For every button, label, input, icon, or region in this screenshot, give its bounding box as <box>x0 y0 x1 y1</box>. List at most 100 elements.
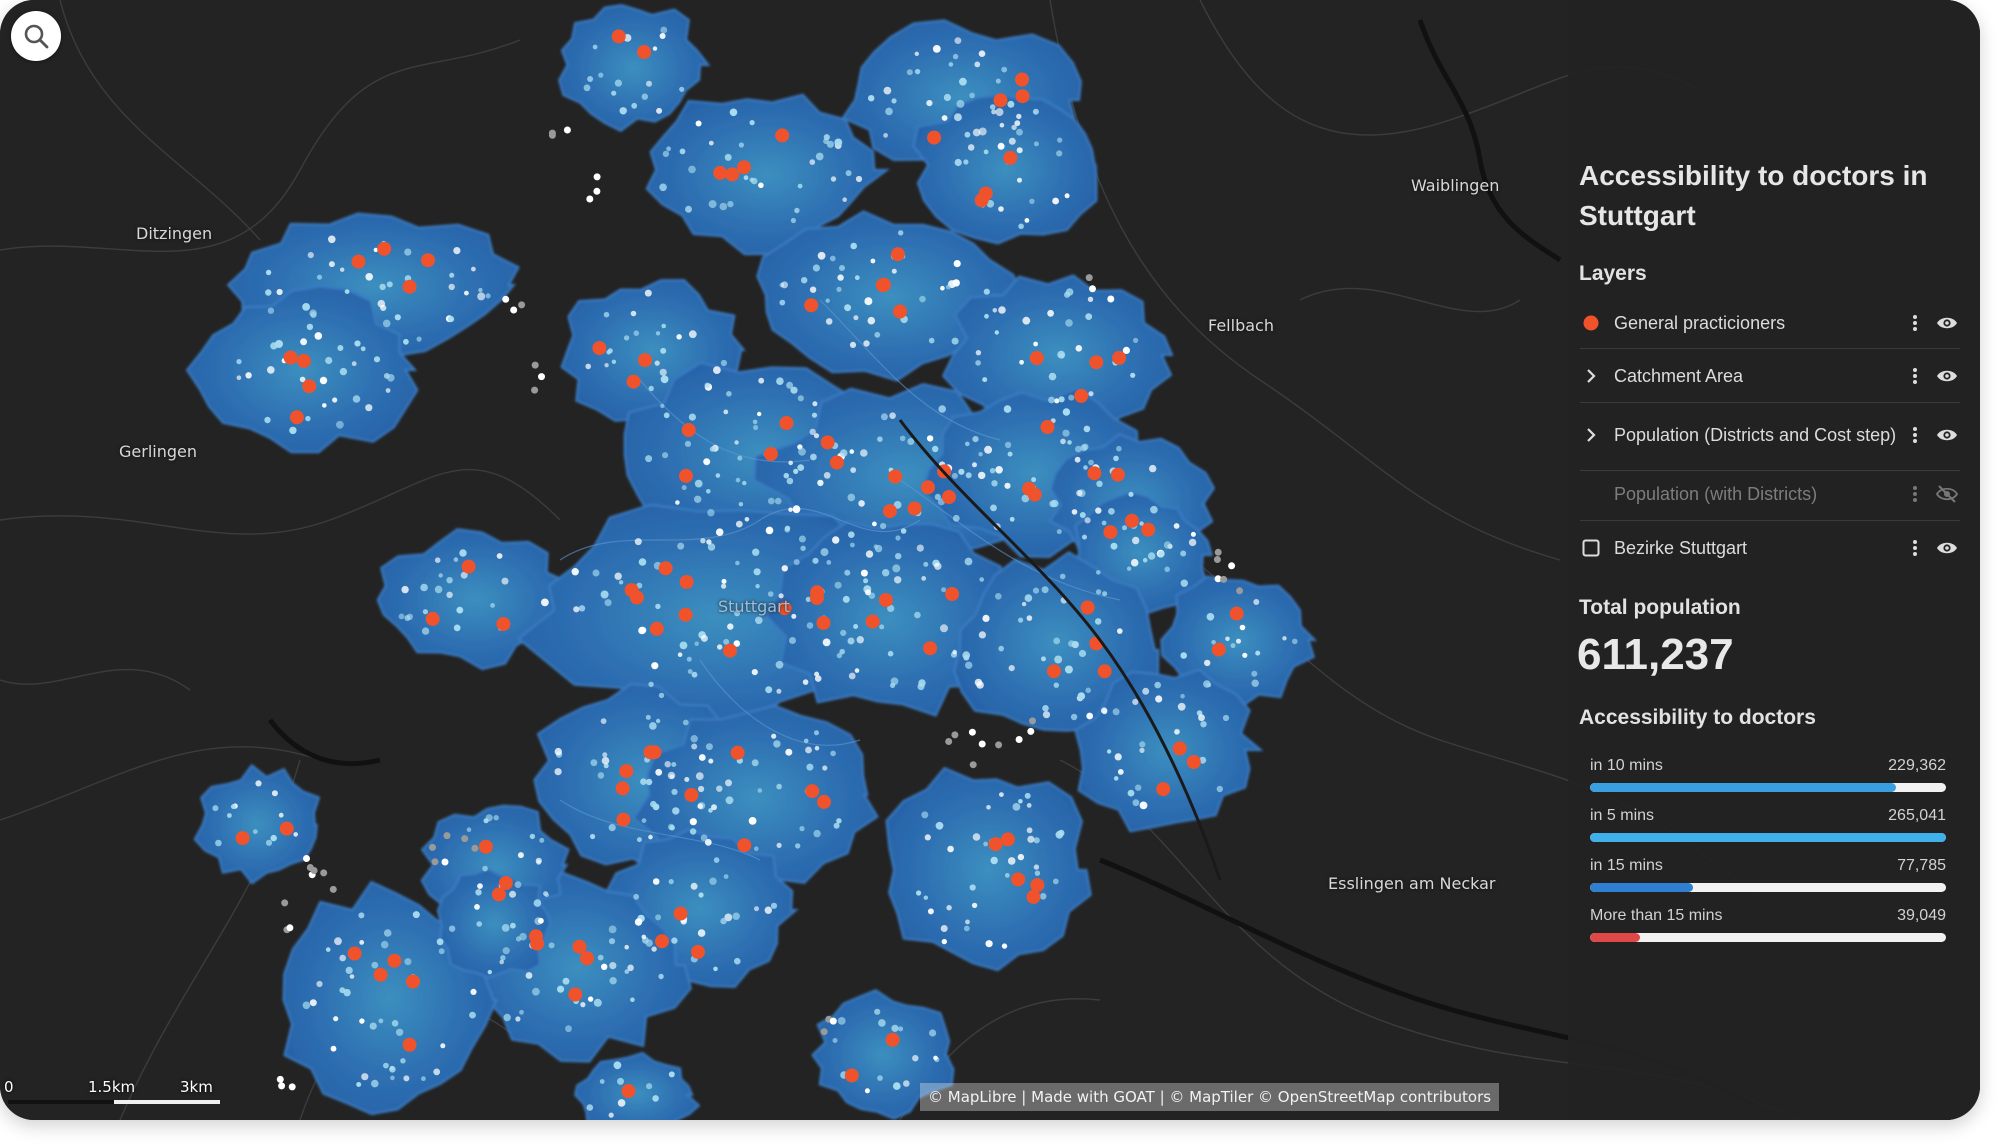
eye-icon[interactable] <box>1934 311 1960 335</box>
doctor-marker[interactable] <box>289 410 304 425</box>
doctor-marker[interactable] <box>1124 513 1139 528</box>
doctor-marker[interactable] <box>347 946 362 961</box>
doctor-marker[interactable] <box>923 641 938 656</box>
layer-row-bezirke-stuttgart[interactable]: Bezirke Stuttgart <box>1580 533 1960 563</box>
doctor-marker[interactable] <box>907 501 922 516</box>
doctor-marker[interactable] <box>882 504 897 519</box>
doctor-marker[interactable] <box>875 278 890 293</box>
doctor-marker[interactable] <box>283 350 298 365</box>
doctor-marker[interactable] <box>1026 889 1041 904</box>
map-attribution[interactable]: © MapLibre | Made with GOAT | © MapTiler… <box>920 1083 1500 1111</box>
layer-row-catchment-area[interactable]: Catchment Area <box>1580 361 1960 391</box>
doctor-marker[interactable] <box>621 1084 636 1098</box>
doctor-marker[interactable] <box>626 374 641 389</box>
doctor-marker[interactable] <box>1186 755 1201 769</box>
doctor-marker[interactable] <box>890 247 905 262</box>
doctor-marker[interactable] <box>725 167 740 182</box>
doctor-marker[interactable] <box>1022 481 1036 496</box>
doctor-marker[interactable] <box>373 967 388 982</box>
doctor-marker[interactable] <box>730 745 745 760</box>
eye-icon[interactable] <box>1934 536 1960 560</box>
doctor-marker[interactable] <box>673 906 688 921</box>
doctor-marker[interactable] <box>572 939 587 954</box>
doctor-marker[interactable] <box>655 934 669 949</box>
doctor-marker[interactable] <box>810 585 825 600</box>
doctor-marker[interactable] <box>713 165 728 180</box>
doctor-marker[interactable] <box>805 784 820 799</box>
chevron-right-icon[interactable] <box>1580 365 1602 387</box>
doctor-marker[interactable] <box>377 241 392 256</box>
doctor-marker[interactable] <box>478 839 493 854</box>
doctor-marker[interactable] <box>235 831 250 846</box>
chevron-right-icon[interactable] <box>1580 424 1602 446</box>
doctor-marker[interactable] <box>679 468 693 483</box>
doctor-marker[interactable] <box>637 45 652 59</box>
more-options-icon[interactable] <box>1906 536 1924 560</box>
doctor-marker[interactable] <box>1097 664 1112 679</box>
layer-row-population-districts-cost-step[interactable]: Population (Districts and Cost step) <box>1580 407 1960 463</box>
doctor-marker[interactable] <box>619 764 634 779</box>
doctor-marker[interactable] <box>296 353 311 368</box>
doctor-marker[interactable] <box>647 745 662 760</box>
doctor-marker[interactable] <box>763 447 778 461</box>
doctor-marker[interactable] <box>496 617 511 631</box>
more-options-icon[interactable] <box>1906 482 1924 506</box>
doctor-marker[interactable] <box>775 128 790 143</box>
doctor-marker[interactable] <box>1141 522 1156 537</box>
doctor-marker[interactable] <box>1110 467 1125 482</box>
doctor-marker[interactable] <box>1156 782 1171 797</box>
doctor-marker[interactable] <box>491 887 506 902</box>
doctor-marker[interactable] <box>461 559 476 574</box>
doctor-marker[interactable] <box>681 423 696 437</box>
eye-icon[interactable] <box>1934 364 1960 388</box>
doctor-marker[interactable] <box>820 435 835 450</box>
more-options-icon[interactable] <box>1906 311 1924 335</box>
doctor-marker[interactable] <box>1040 420 1055 434</box>
doctor-marker[interactable] <box>1103 525 1118 540</box>
doctor-marker[interactable] <box>684 788 699 802</box>
doctor-marker[interactable] <box>1172 741 1187 756</box>
doctor-marker[interactable] <box>945 587 960 601</box>
doctor-marker[interactable] <box>885 1032 900 1047</box>
doctor-marker[interactable] <box>1011 872 1026 887</box>
checkbox-icon[interactable] <box>1580 537 1602 559</box>
doctor-marker[interactable] <box>893 304 907 319</box>
layer-row-general-practitioners[interactable]: General practicioners <box>1580 308 1960 338</box>
doctor-marker[interactable] <box>817 794 831 809</box>
doctor-marker[interactable] <box>615 781 630 796</box>
doctor-marker[interactable] <box>816 615 831 630</box>
more-options-icon[interactable] <box>1906 423 1924 447</box>
doctor-marker[interactable] <box>844 1068 859 1083</box>
doctor-marker[interactable] <box>1080 600 1095 615</box>
doctor-marker[interactable] <box>779 416 794 430</box>
doctor-marker[interactable] <box>878 593 893 607</box>
doctor-marker[interactable] <box>921 480 935 495</box>
doctor-marker[interactable] <box>804 298 819 313</box>
doctor-marker[interactable] <box>658 561 673 576</box>
doctor-marker[interactable] <box>387 953 402 968</box>
doctor-marker[interactable] <box>678 607 693 622</box>
doctor-marker[interactable] <box>1015 72 1029 87</box>
doctor-marker[interactable] <box>1211 642 1226 657</box>
doctor-marker[interactable] <box>988 837 1003 852</box>
doctor-marker[interactable] <box>425 611 440 626</box>
doctor-marker[interactable] <box>530 936 545 951</box>
doctor-marker[interactable] <box>1087 466 1102 481</box>
doctor-marker[interactable] <box>723 643 738 658</box>
doctor-marker[interactable] <box>406 974 420 989</box>
doctor-marker[interactable] <box>888 469 903 484</box>
doctor-marker[interactable] <box>1089 355 1104 370</box>
doctor-marker[interactable] <box>1112 350 1127 365</box>
doctor-marker[interactable] <box>865 614 880 629</box>
doctor-marker[interactable] <box>942 490 956 504</box>
doctor-marker[interactable] <box>302 379 317 394</box>
doctor-marker[interactable] <box>993 93 1008 108</box>
doctor-marker[interactable] <box>649 621 664 636</box>
doctor-marker[interactable] <box>402 1037 417 1052</box>
doctor-marker[interactable] <box>1000 832 1015 847</box>
doctor-marker[interactable] <box>592 341 607 356</box>
doctor-marker[interactable] <box>1074 388 1089 403</box>
doctor-marker[interactable] <box>1047 664 1061 679</box>
doctor-marker[interactable] <box>1015 89 1030 104</box>
doctor-marker[interactable] <box>1029 351 1044 365</box>
